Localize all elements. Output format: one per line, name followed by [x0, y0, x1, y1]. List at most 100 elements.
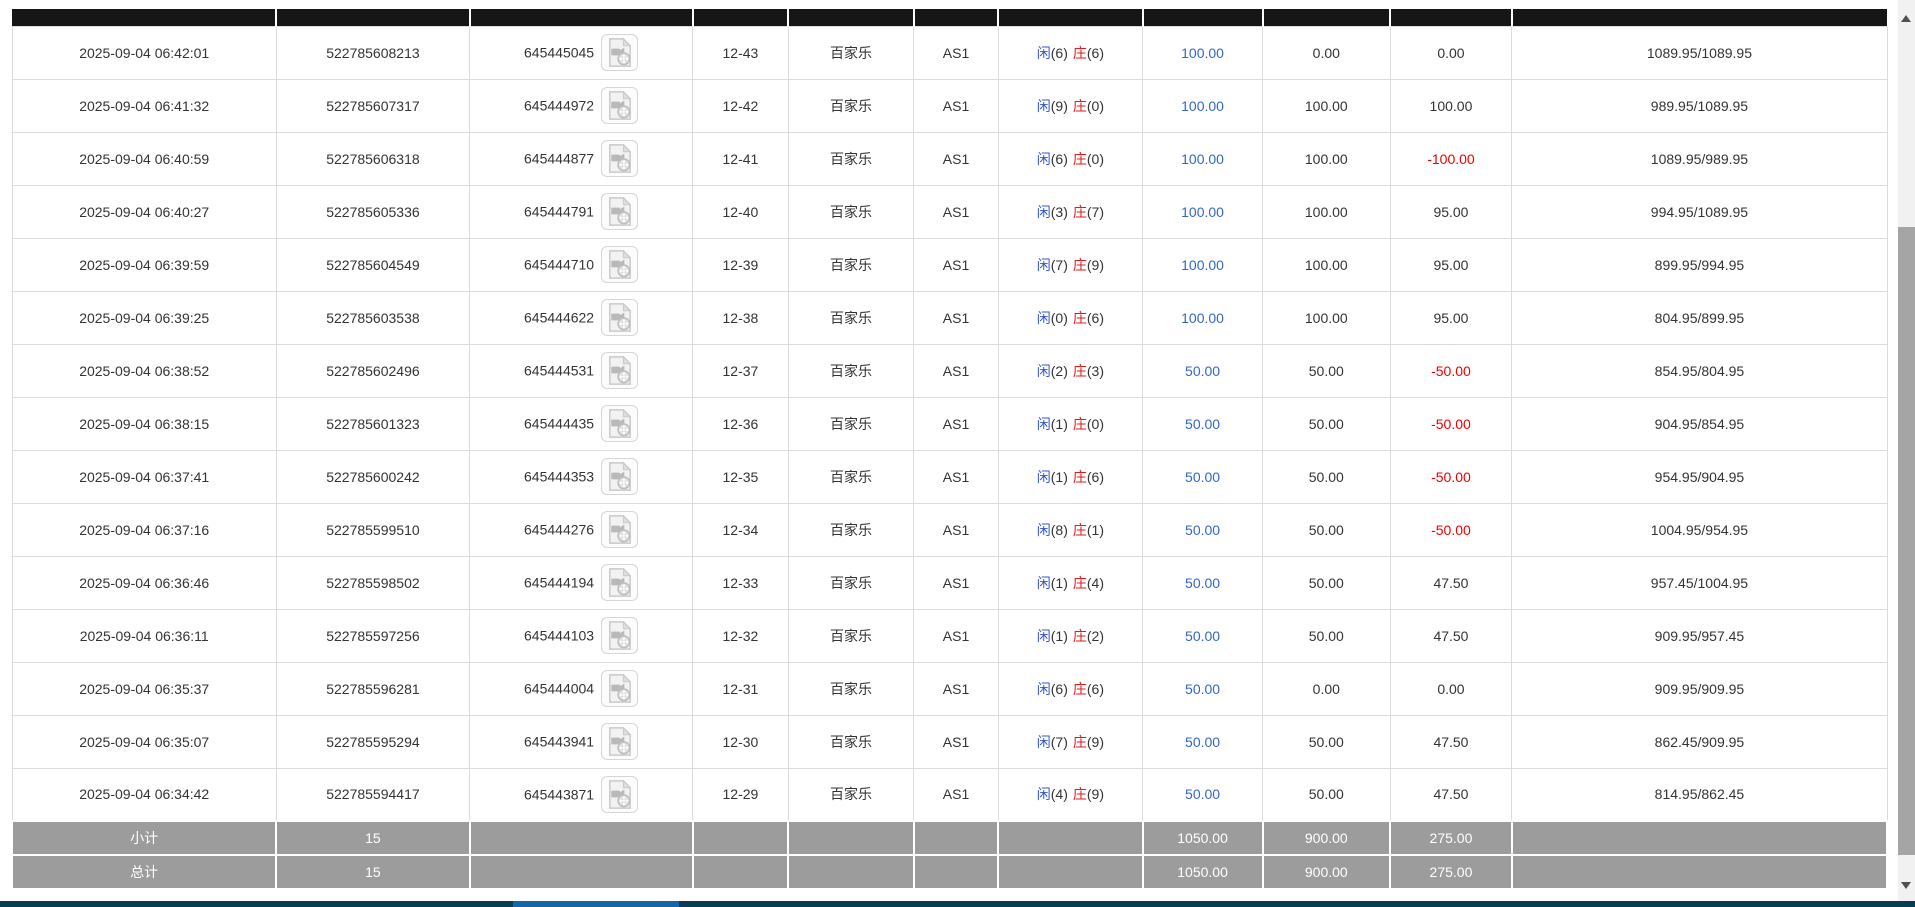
- subtotal-row-valid-total: 900.00: [1263, 821, 1390, 855]
- game-number-cell: 645444194: [470, 556, 693, 609]
- bet-amount-link[interactable]: 100.00: [1181, 310, 1224, 326]
- video-replay-button[interactable]: [601, 352, 638, 389]
- total-row-empty-round: [693, 855, 789, 889]
- banker-label: 庄: [1073, 416, 1087, 432]
- video-replay-button[interactable]: [601, 193, 638, 230]
- total-row-empty-balance: [1512, 855, 1887, 889]
- round-cell: 12-37: [693, 344, 789, 397]
- player-label: 闲: [1037, 628, 1051, 644]
- banker-points: (9): [1087, 786, 1104, 802]
- subtotal-row-empty-table: [914, 821, 998, 855]
- player-label: 闲: [1037, 734, 1051, 750]
- round-cell: 12-30: [693, 715, 789, 768]
- vertical-scrollbar[interactable]: [1898, 0, 1915, 901]
- result-cell: 闲(0)庄(6): [998, 291, 1142, 344]
- video-replay-button[interactable]: [601, 670, 638, 707]
- video-replay-button[interactable]: [601, 458, 638, 495]
- bet-time-cell: 2025-09-04 06:38:15: [12, 397, 276, 450]
- game-number: 645444103: [524, 628, 594, 644]
- player-points: (3): [1051, 204, 1068, 220]
- table-name-cell: AS1: [914, 503, 998, 556]
- table-body: 2025-09-04 06:42:01522785608213645445045…: [12, 26, 1887, 821]
- bet-amount-link[interactable]: 50.00: [1185, 786, 1220, 802]
- table-row: 2025-09-04 06:40:59522785606318645444877…: [12, 132, 1887, 185]
- game-number: 645444531: [524, 363, 594, 379]
- up-arrow-icon[interactable]: [1901, 15, 1911, 22]
- bet-amount-link[interactable]: 50.00: [1185, 575, 1220, 591]
- subtotal-row-winloss-total: 275.00: [1390, 821, 1512, 855]
- total-row-winloss-total: 275.00: [1390, 855, 1512, 889]
- bet-amount-link[interactable]: 100.00: [1181, 45, 1224, 61]
- player-label: 闲: [1037, 257, 1051, 273]
- header-game-type: [788, 9, 914, 26]
- video-replay-button[interactable]: [601, 299, 638, 336]
- game-number-cell: 645444004: [470, 662, 693, 715]
- bet-amount-cell: 50.00: [1143, 768, 1263, 821]
- game-number-cell: 645444622: [470, 291, 693, 344]
- down-arrow-icon[interactable]: [1901, 882, 1911, 889]
- bill-number-cell: 522785600242: [276, 450, 469, 503]
- total-row-bet-total: 1050.00: [1143, 855, 1263, 889]
- round-cell: 12-41: [693, 132, 789, 185]
- bet-time-cell: 2025-09-04 06:40:59: [12, 132, 276, 185]
- result-cell: 闲(6)庄(6): [998, 26, 1142, 79]
- bill-number-cell: 522785598502: [276, 556, 469, 609]
- valid-amount-cell: 100.00: [1263, 132, 1390, 185]
- player-label: 闲: [1037, 469, 1051, 485]
- player-label: 闲: [1037, 151, 1051, 167]
- bet-amount-link[interactable]: 50.00: [1185, 734, 1220, 750]
- balance-cell: 862.45/909.95: [1512, 715, 1887, 768]
- player-points: (6): [1051, 681, 1068, 697]
- player-points: (6): [1051, 151, 1068, 167]
- video-replay-button[interactable]: [601, 617, 638, 654]
- player-label: 闲: [1037, 416, 1051, 432]
- video-replay-button[interactable]: [601, 723, 638, 760]
- game-number-cell: 645444103: [470, 609, 693, 662]
- banker-label: 庄: [1073, 522, 1087, 538]
- bet-amount-link[interactable]: 100.00: [1181, 204, 1224, 220]
- bill-number-cell: 522785602496: [276, 344, 469, 397]
- total-row-empty-table: [914, 855, 998, 889]
- video-replay-button[interactable]: [601, 405, 638, 442]
- win-loss-cell: 0.00: [1390, 26, 1512, 79]
- bet-amount-cell: 50.00: [1143, 450, 1263, 503]
- bet-amount-link[interactable]: 50.00: [1185, 522, 1220, 538]
- video-replay-button[interactable]: [601, 511, 638, 548]
- total-row-empty-game-no: [470, 855, 693, 889]
- bill-number-cell: 522785595294: [276, 715, 469, 768]
- bet-amount-link[interactable]: 50.00: [1185, 681, 1220, 697]
- table-row: 2025-09-04 06:38:15522785601323645444435…: [12, 397, 1887, 450]
- bet-amount-link[interactable]: 100.00: [1181, 257, 1224, 273]
- player-points: (1): [1051, 416, 1068, 432]
- balance-cell: 804.95/899.95: [1512, 291, 1887, 344]
- video-replay-button[interactable]: [601, 87, 638, 124]
- video-replay-button[interactable]: [601, 246, 638, 283]
- video-replay-button[interactable]: [601, 564, 638, 601]
- win-loss-cell: 95.00: [1390, 185, 1512, 238]
- bet-amount-link[interactable]: 50.00: [1185, 363, 1220, 379]
- bet-amount-link[interactable]: 100.00: [1181, 151, 1224, 167]
- player-points: (0): [1051, 310, 1068, 326]
- balance-cell: 989.95/1089.95: [1512, 79, 1887, 132]
- game-number-cell: 645444710: [470, 238, 693, 291]
- horizontal-scrollbar[interactable]: [0, 901, 1915, 907]
- game-number-cell: 645444791: [470, 185, 693, 238]
- banker-label: 庄: [1073, 469, 1087, 485]
- player-points: (1): [1051, 575, 1068, 591]
- bet-amount-link[interactable]: 50.00: [1185, 628, 1220, 644]
- valid-amount-cell: 100.00: [1263, 185, 1390, 238]
- bet-amount-link[interactable]: 50.00: [1185, 469, 1220, 485]
- game-type-cell: 百家乐: [788, 503, 914, 556]
- video-replay-button[interactable]: [601, 140, 638, 177]
- bet-amount-link[interactable]: 100.00: [1181, 98, 1224, 114]
- bet-amount-link[interactable]: 50.00: [1185, 416, 1220, 432]
- bill-number-cell: 522785608213: [276, 26, 469, 79]
- game-number-cell: 645444972: [470, 79, 693, 132]
- vertical-scrollbar-thumb[interactable]: [1898, 227, 1915, 855]
- round-cell: 12-31: [693, 662, 789, 715]
- bill-number-cell: 522785607317: [276, 79, 469, 132]
- horizontal-scrollbar-thumb[interactable]: [513, 901, 679, 907]
- video-replay-button[interactable]: [601, 34, 638, 71]
- video-replay-button[interactable]: [601, 776, 638, 813]
- bet-time-cell: 2025-09-04 06:34:42: [12, 768, 276, 821]
